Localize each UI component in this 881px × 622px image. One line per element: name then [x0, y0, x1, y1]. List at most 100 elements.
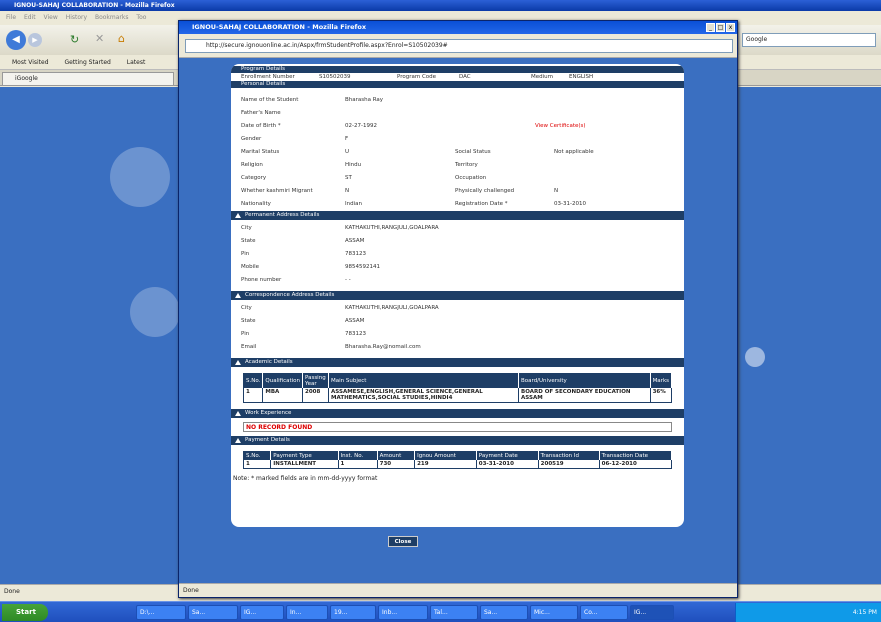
taskbar-item[interactable]: Co... — [580, 605, 628, 620]
menu-file[interactable]: File — [6, 14, 16, 21]
table-cell: 1 — [243, 460, 272, 469]
column-header: Passing Year — [302, 373, 330, 388]
field-text: Email — [241, 344, 257, 350]
field-text: Hindu — [345, 162, 362, 168]
field-text: F — [345, 136, 349, 142]
menu-edit[interactable]: Edit — [24, 14, 36, 21]
field-text: Religion — [241, 162, 263, 168]
table-cell: 219 — [414, 460, 477, 469]
field-text: Mobile — [241, 264, 260, 270]
popup-statusbar: Done — [179, 583, 737, 597]
table-cell: BOARD OF SECONDARY EDUCATION ASSAM — [518, 388, 651, 403]
view-certificate-link[interactable]: View Certificate(s) — [535, 120, 586, 133]
profile-card: Program Details Enrollment Number S10502… — [231, 64, 684, 527]
field-text: Program Code — [397, 74, 437, 80]
taskbar-item[interactable]: D:\... — [136, 605, 186, 620]
field-text: Pin — [241, 251, 250, 257]
field-row: S.No. Payment Type Inst. No. Amount Ignou Am… — [243, 451, 673, 460]
start-button[interactable]: Start — [2, 604, 48, 621]
field-row: Nationality Indian Registration Date * 03-3… — [231, 198, 684, 211]
field-text: - - — [345, 277, 351, 283]
taskbar-item[interactable]: IG... — [240, 605, 284, 620]
table-cell: 03-31-2010 — [476, 460, 539, 469]
table-cell: INSTALLMENT — [270, 460, 339, 469]
bookmark-most-visited[interactable]: Most Visited — [12, 59, 49, 66]
bookmark-latest[interactable]: Latest — [127, 59, 146, 66]
field-text: Pin — [241, 331, 250, 337]
taskbar-item[interactable]: Sa... — [188, 605, 238, 620]
field-row: City KATHAKUTHI,RANGJULI,GOALPARA — [231, 302, 684, 315]
date-format-note: Note: * marked fields are in mm-dd-yyyy … — [233, 475, 378, 482]
program-row: Enrollment Number S10502039 Program Code… — [231, 73, 684, 81]
reload-icon[interactable]: ↻ — [70, 33, 79, 46]
field-text: State — [241, 238, 256, 244]
column-header: Marks — [650, 373, 673, 388]
popup-body: Program Details Enrollment Number S10502… — [179, 58, 737, 583]
field-text: KATHAKUTHI,RANGJULI,GOALPARA — [345, 305, 439, 311]
menu-view[interactable]: View — [44, 14, 58, 21]
field-text: U — [345, 149, 350, 155]
minimize-button[interactable]: _ — [706, 23, 715, 32]
field-text: S10502039 — [319, 74, 351, 80]
field-text: Medium — [531, 74, 553, 80]
field-text: Bharasha Ray — [345, 97, 384, 103]
url-field[interactable]: http://secure.ignouonline.ac.in/Aspx/frm… — [185, 39, 733, 53]
popup-title: IGNOU-SAHAJ COLLABORATION - Mozilla Fire… — [179, 21, 737, 34]
taskbar-item[interactable]: 19... — [330, 605, 376, 620]
popup-addressbar: http://secure.ignouonline.ac.in/Aspx/frm… — [179, 34, 737, 58]
field-row: Religion Hindu Territory — [231, 159, 684, 172]
maximize-button[interactable]: □ — [716, 23, 725, 32]
field-text: Category — [241, 175, 267, 181]
program-header: Program Details — [231, 66, 684, 73]
back-button[interactable]: ◀ — [6, 30, 26, 50]
table-row: 1 MBA 2008 ASSAMESE,ENGLISH,GENERAL SCIENCE… — [243, 388, 673, 403]
search-field[interactable]: Google — [742, 33, 876, 47]
home-icon[interactable]: ⌂ — [118, 32, 125, 45]
field-row: State ASSAM — [231, 315, 684, 328]
field-text: 9854592141 — [345, 264, 380, 270]
table-cell: 730 — [377, 460, 416, 469]
academic-header: Academic Details — [231, 358, 684, 367]
menu-history[interactable]: History — [66, 14, 87, 21]
field-text: State — [241, 318, 256, 324]
field-row: City KATHAKUTHI,RANGJULI,GOALPARA — [231, 222, 684, 235]
clock: 4:15 PM — [852, 609, 877, 616]
field-row: Mobile 9854592141 — [231, 261, 684, 274]
menu-tools[interactable]: Too — [136, 14, 146, 21]
taskbar-item[interactable]: Inb... — [378, 605, 428, 620]
field-row: Date of Birth * 02-27-1992 View Certificat… — [231, 120, 684, 133]
personal-header: Personal Details — [231, 81, 684, 88]
table-cell: 36% — [650, 388, 673, 403]
field-row: Marital Status U Social Status Not applicab… — [231, 146, 684, 159]
field-text: Date of Birth * — [241, 123, 281, 129]
close-window-button[interactable]: x — [726, 23, 735, 32]
taskbar-item[interactable]: Mic... — [530, 605, 578, 620]
field-text: Social Status — [455, 149, 491, 155]
menu-bookmarks[interactable]: Bookmarks — [95, 14, 129, 21]
stop-icon[interactable]: ✕ — [95, 32, 104, 45]
bookmark-getting-started[interactable]: Getting Started — [64, 59, 110, 66]
taskbar-item[interactable]: In... — [286, 605, 328, 620]
field-row: Pin 783123 — [231, 328, 684, 341]
field-text: ASSAM — [345, 238, 365, 244]
table-cell: MBA — [262, 388, 304, 403]
table-row: 1 INSTALLMENT 1 730 219 03-31-2010 200519 06-12… — [243, 460, 673, 469]
popup-window: IGNOU-SAHAJ COLLABORATION - Mozilla Fire… — [178, 20, 738, 598]
field-row: Category ST Occupation — [231, 172, 684, 185]
field-text: 783123 — [345, 331, 366, 337]
taskbar-item[interactable]: Tal... — [430, 605, 478, 620]
taskbar-item[interactable]: Sa... — [480, 605, 528, 620]
field-text: DAC — [459, 74, 471, 80]
close-button[interactable]: Close — [388, 536, 418, 547]
system-tray: 4:15 PM — [735, 603, 881, 622]
bg-window-title: IGNOU-SAHAJ COLLABORATION - Mozilla Fire… — [0, 0, 881, 11]
forward-button[interactable]: ▶ — [28, 33, 42, 47]
field-text: 03-31-2010 — [554, 201, 586, 207]
field-text: Indian — [345, 201, 362, 207]
field-text: Not applicable — [554, 149, 594, 155]
field-text: City — [241, 305, 252, 311]
tab-igoogle[interactable]: iGoogle — [2, 72, 174, 86]
field-text: Enrollment Number — [241, 74, 295, 80]
taskbar-item-active[interactable]: IG... — [630, 605, 674, 620]
field-text: ASSAM — [345, 318, 365, 324]
